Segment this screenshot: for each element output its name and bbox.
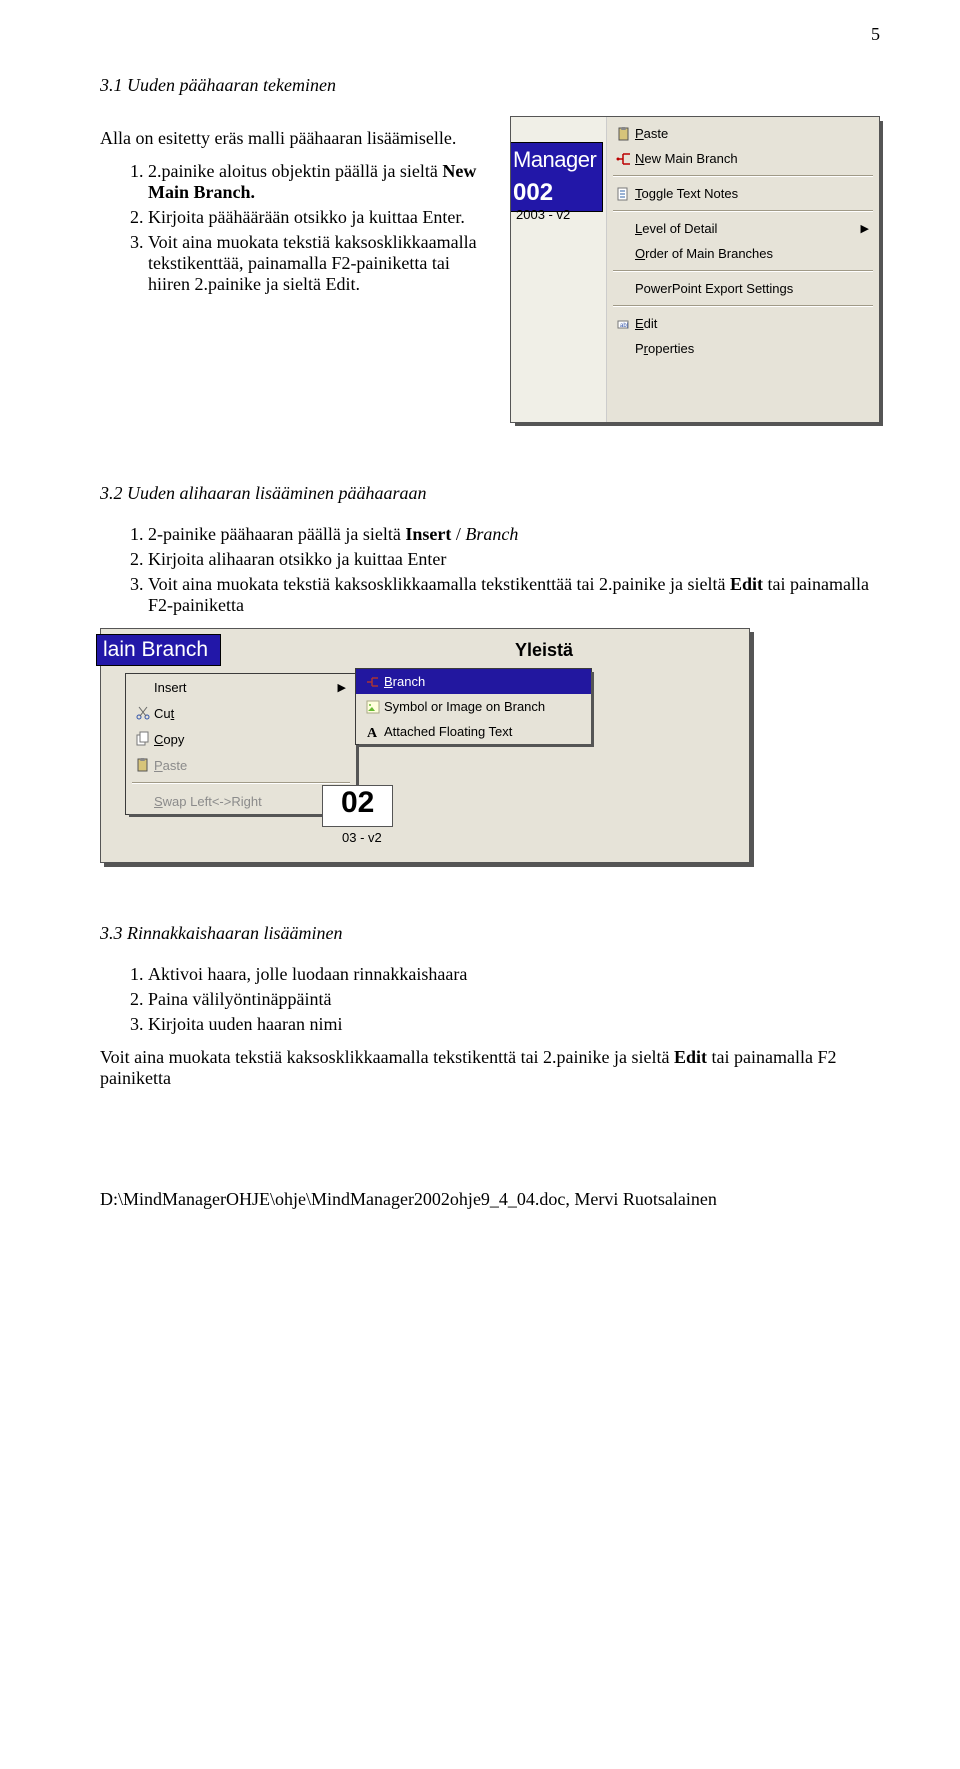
steps-3-3: Aktivoi haara, jolle luodaan rinnakkaish… (100, 964, 880, 1035)
steps-3-1: 2.painike aloitus objektin päällä ja sie… (100, 161, 490, 295)
cut-icon (132, 705, 154, 721)
menu-item-label: Insert (154, 680, 338, 695)
step-item: Voit aina muokata tekstiä kaksosklikkaam… (148, 232, 490, 295)
symbol-icon (362, 699, 384, 715)
notes-icon (613, 186, 635, 202)
step-item: 2.painike aloitus objektin päällä ja sie… (148, 161, 490, 203)
menu-item-label: Paste (635, 126, 869, 141)
yleista-label: Yleistä (515, 640, 573, 661)
menu-item-label: Order of Main Branches (635, 246, 869, 261)
manager-chip: Manager 002 (511, 142, 603, 212)
menu-item[interactable]: Properties (607, 336, 879, 361)
newbranch-icon (613, 151, 635, 167)
menu-separator (613, 270, 873, 272)
menu-item[interactable]: Branch (356, 669, 591, 694)
heading-3-2: 3.2 Uuden alihaaran lisääminen päähaaraa… (100, 483, 880, 504)
steps-3-2: 2-painike päähaaran päällä ja sieltä Ins… (100, 524, 880, 616)
menu-separator (613, 210, 873, 212)
footer-path: D:\MindManagerOHJE\ohje\MindManager2002o… (100, 1189, 880, 1210)
step-item: Kirjoita päähäärään otsikko ja kuittaa E… (148, 207, 490, 228)
page-number: 5 (100, 24, 880, 45)
oh-two-box: 02 (322, 785, 393, 827)
menu-item-label: Attached Floating Text (384, 724, 581, 739)
chip-subtext: 2003 - v2 (516, 207, 570, 222)
intro-3-1: Alla on esitetty eräs malli päähaaran li… (100, 128, 490, 149)
edit-icon (613, 316, 635, 332)
chip-line2: 002 (513, 176, 596, 210)
v2-text: 03 - v2 (342, 830, 382, 845)
menu-item[interactable]: PowerPoint Export Settings (607, 276, 879, 301)
menu-item-label: Edit (635, 316, 869, 331)
step-item: Voit aina muokata tekstiä kaksosklikkaam… (148, 574, 880, 616)
menu-item-label: Cut (154, 706, 346, 721)
menu-item-label: Branch (384, 674, 581, 689)
menu-item[interactable]: Attached Floating Text (356, 719, 591, 744)
menu-item[interactable]: New Main Branch (607, 146, 879, 171)
menu-separator (613, 305, 873, 307)
menu-separator (613, 175, 873, 177)
menu-item-label: Level of Detail (635, 221, 861, 236)
menu-item[interactable]: Level of Detail▶ (607, 216, 879, 241)
menu-item-label: Properties (635, 341, 869, 356)
floattext-icon (362, 724, 384, 740)
menu-item[interactable]: Copy (126, 726, 356, 752)
menu-item: Paste (126, 752, 356, 778)
heading-3-3: 3.3 Rinnakkaishaaran lisääminen (100, 923, 880, 944)
para-3-3: Voit aina muokata tekstiä kaksosklikkaam… (100, 1047, 880, 1089)
insert-submenu[interactable]: Branch Symbol or Image on Branch Attached … (355, 668, 592, 745)
screenshot-context-menu-1: Manager 002 2003 - v2 Paste New Main Bran… (510, 116, 880, 423)
menu-item-label: Copy (154, 732, 346, 747)
step-item: Kirjoita uuden haaran nimi (148, 1014, 880, 1035)
paste-icon (613, 126, 635, 142)
copy-icon (132, 731, 154, 747)
menu-item[interactable]: Symbol or Image on Branch (356, 694, 591, 719)
menu-item-label: New Main Branch (635, 151, 869, 166)
step-item: Paina välilyöntinäppäintä (148, 989, 880, 1010)
step-item: 2-painike päähaaran päällä ja sieltä Ins… (148, 524, 880, 545)
chevron-right-icon: ▶ (338, 681, 346, 694)
menu-separator (132, 782, 350, 784)
menu-item[interactable]: Insert▶ (126, 674, 356, 700)
heading-3-1: 3.1 Uuden päähaaran tekeminen (100, 75, 880, 96)
menu-item[interactable]: Order of Main Branches (607, 241, 879, 266)
paste-icon (132, 757, 154, 773)
menu-item[interactable]: Edit (607, 311, 879, 336)
menu-item-label: Paste (154, 758, 346, 773)
step-item: Kirjoita alihaaran otsikko ja kuittaa En… (148, 549, 880, 570)
step-item: Aktivoi haara, jolle luodaan rinnakkaish… (148, 964, 880, 985)
chevron-right-icon: ▶ (861, 222, 869, 235)
screenshot-context-menu-2: lain Branch Yleistä Insert▶CutCopyPasteS… (100, 628, 750, 863)
menu-item-label: Toggle Text Notes (635, 186, 869, 201)
menu-item-label: Swap Left<->Right (154, 794, 346, 809)
menu-item-label: PowerPoint Export Settings (635, 281, 869, 296)
chip-line1: Manager (513, 145, 596, 176)
menu-item[interactable]: Toggle Text Notes (607, 181, 879, 206)
main-branch-chip: lain Branch (96, 634, 221, 666)
branch-icon (362, 674, 384, 690)
menu-item[interactable]: Paste (607, 121, 879, 146)
menu-item-label: Symbol or Image on Branch (384, 699, 581, 714)
menu-item[interactable]: Cut (126, 700, 356, 726)
